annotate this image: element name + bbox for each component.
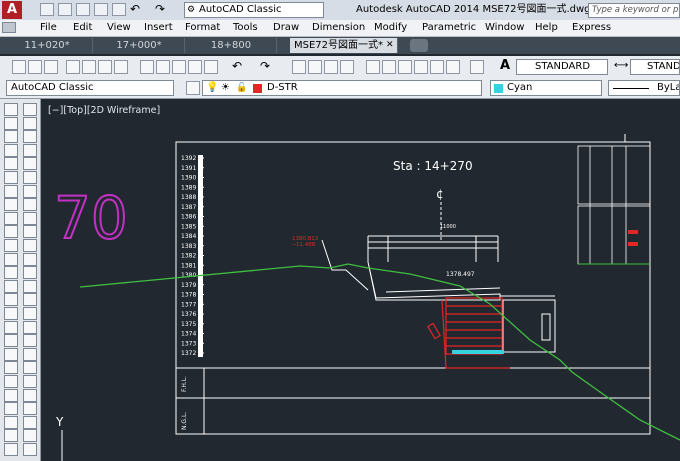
elevation-tick-label: 1389 [181, 184, 196, 191]
elevation-tick-label: 1376 [181, 311, 196, 318]
red-offset-label: --11.488 [292, 242, 316, 248]
magenta-station-number: 70 [54, 184, 128, 252]
elevation-tick-label: 1392 [181, 155, 196, 162]
elevation-tick-label: 1390 [181, 175, 196, 182]
elevation-tick-label: 1385 [181, 223, 196, 230]
elevation-tick-label: 1386 [181, 214, 196, 221]
elevation-tick-label: 1384 [181, 233, 196, 240]
drawing-sheet-frame [175, 134, 651, 435]
elevation-tick-label: 1372 [181, 350, 196, 357]
ngl-row-label: N.G.L. [181, 412, 188, 430]
elevation-tick-label: 1379 [181, 282, 196, 289]
level-value: 1378.497 [446, 271, 475, 278]
elevation-tick-label: 1391 [181, 165, 196, 172]
natural-ground-line [79, 263, 680, 441]
elevation-tick-label: 1373 [181, 340, 196, 347]
footing-cyan [452, 350, 504, 354]
mse-wall-structure [427, 297, 510, 369]
road-cross-section [321, 235, 556, 353]
elevation-tick-label: 1377 [181, 301, 196, 308]
elevation-tick-label: 1381 [181, 262, 196, 269]
drawing-canvas: 70 1392 1391 1390 1389 1388 1387 1386 1385 1384 1… [53, 134, 680, 461]
dimension-value: 11000 [440, 224, 456, 230]
elevation-tick-label: 1387 [181, 204, 196, 211]
centerline-mark: ¢ [436, 187, 444, 201]
table-red-cell-1 [628, 230, 638, 234]
elevation-tick-label: 1374 [181, 331, 196, 338]
fhl-row-label: F.H.L. [181, 376, 188, 392]
elevation-tick-label: 1378 [181, 292, 196, 299]
quantity-tables [577, 145, 651, 265]
ucs-y-label: Y [55, 415, 64, 429]
station-title: Sta : 14+270 [393, 159, 473, 173]
elevation-tick-label: 1382 [181, 253, 196, 260]
elevation-tick-label: 1375 [181, 321, 196, 328]
elevation-tick-label: 1388 [181, 194, 196, 201]
table-red-cell-2 [628, 242, 638, 246]
elevation-tick-label: 1383 [181, 243, 196, 250]
